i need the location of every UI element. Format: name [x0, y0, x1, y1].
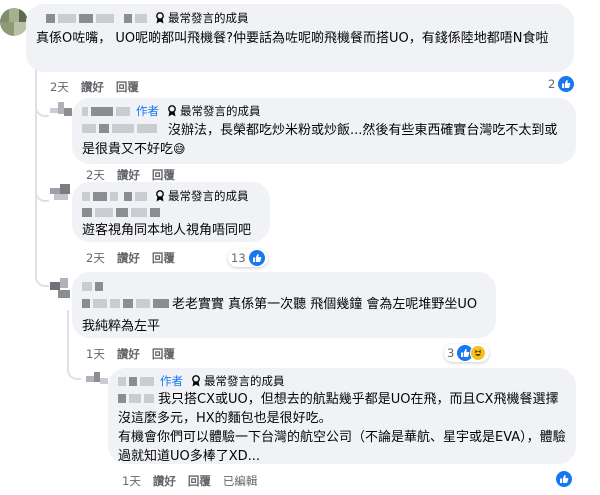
like-icon [558, 76, 575, 92]
comment-author[interactable]: 作者 最常發言的成員 [82, 103, 261, 119]
ribbon-icon [156, 12, 164, 24]
comment-time[interactable]: 2天 [50, 79, 69, 95]
comment-text: 遊客視角同本地人視角唔同吧 [82, 223, 252, 238]
top-fan-badge: 最常發言的成員 [155, 188, 249, 204]
comment-actions: 1天 讚好 回覆 已編輯 [122, 473, 269, 489]
avatar[interactable] [0, 8, 28, 36]
comment-time[interactable]: 2天 [86, 250, 105, 266]
avatar[interactable] [50, 102, 74, 126]
comment-text: 老老實實 真係第一次聽 飛個幾鐘 會為左呢堆野坐UO 我純粹為左平 [82, 297, 478, 334]
thread-connector [35, 180, 49, 202]
thread-connector [67, 350, 81, 380]
comment-text: 真係O咗嘴， UO呢啲都叫飛機餐?仲要話為咗呢啲飛機餐而搭UO，有錢係陸地都唔N… [36, 31, 549, 46]
top-fan-badge: 最常發言的成員 [191, 373, 285, 389]
haha-icon [470, 345, 487, 361]
reaction-count[interactable]: 13 [228, 249, 268, 267]
edited-label: 已編輯 [222, 474, 258, 488]
reply-button[interactable]: 回覆 [152, 250, 175, 266]
ribbon-icon [156, 190, 164, 202]
like-button[interactable]: 讚好 [117, 346, 140, 362]
comment-author[interactable] [82, 278, 106, 294]
reaction-count[interactable] [556, 471, 572, 487]
comment-time[interactable]: 2天 [86, 167, 105, 183]
comment-author[interactable]: 作者 最常發言的成員 [118, 373, 285, 389]
top-fan-badge: 最常發言的成員 [167, 103, 261, 119]
comment-actions: 2天 讚好 回覆 [86, 167, 187, 183]
comment-time[interactable]: 1天 [122, 473, 141, 489]
like-button[interactable]: 讚好 [117, 167, 140, 183]
reaction-count[interactable]: 2 [548, 76, 575, 92]
author-tag: 作者 [136, 104, 159, 118]
thread-line [35, 44, 37, 274]
reaction-count[interactable]: 3 [444, 344, 490, 362]
reply-button[interactable]: 回覆 [152, 167, 175, 183]
comment-author[interactable]: 最常發言的成員 [46, 10, 249, 26]
ribbon-icon [192, 375, 200, 387]
sweat-smile-emoji: 😅 [173, 142, 186, 156]
like-icon [248, 250, 265, 266]
avatar[interactable] [86, 370, 110, 394]
author-tag: 作者 [160, 374, 183, 388]
comment-actions: 1天 讚好 回覆 [86, 346, 187, 362]
reply-button[interactable]: 回覆 [152, 346, 175, 362]
comment-actions: 2天 讚好 回覆 [50, 79, 151, 95]
like-button[interactable]: 讚好 [153, 473, 176, 489]
reply-button[interactable]: 回覆 [116, 79, 139, 95]
like-button[interactable]: 讚好 [117, 250, 140, 266]
comment-text: 我只搭CX或UO，但想去的航點幾乎都是UO在飛，而且CX飛機餐選擇沒這麼多元，H… [118, 392, 566, 464]
comment-author[interactable]: 最常發言的成員 [82, 188, 249, 204]
author-name-line2[interactable] [82, 208, 163, 218]
comment-text: 沒辦法，長榮都吃炒米粉或炒飯...然後有些東西確實台灣吃不太到或是很貴又不好吃😅 [82, 123, 558, 157]
top-fan-badge: 最常發言的成員 [155, 10, 249, 26]
thread-connector [35, 255, 49, 287]
reply-button[interactable]: 回覆 [188, 473, 211, 489]
like-icon [556, 471, 572, 487]
comment-actions: 2天 讚好 回覆 [86, 250, 187, 266]
thread-connector [35, 95, 49, 117]
ribbon-icon [168, 105, 176, 117]
comment-time[interactable]: 1天 [86, 346, 105, 362]
like-button[interactable]: 讚好 [81, 79, 104, 95]
